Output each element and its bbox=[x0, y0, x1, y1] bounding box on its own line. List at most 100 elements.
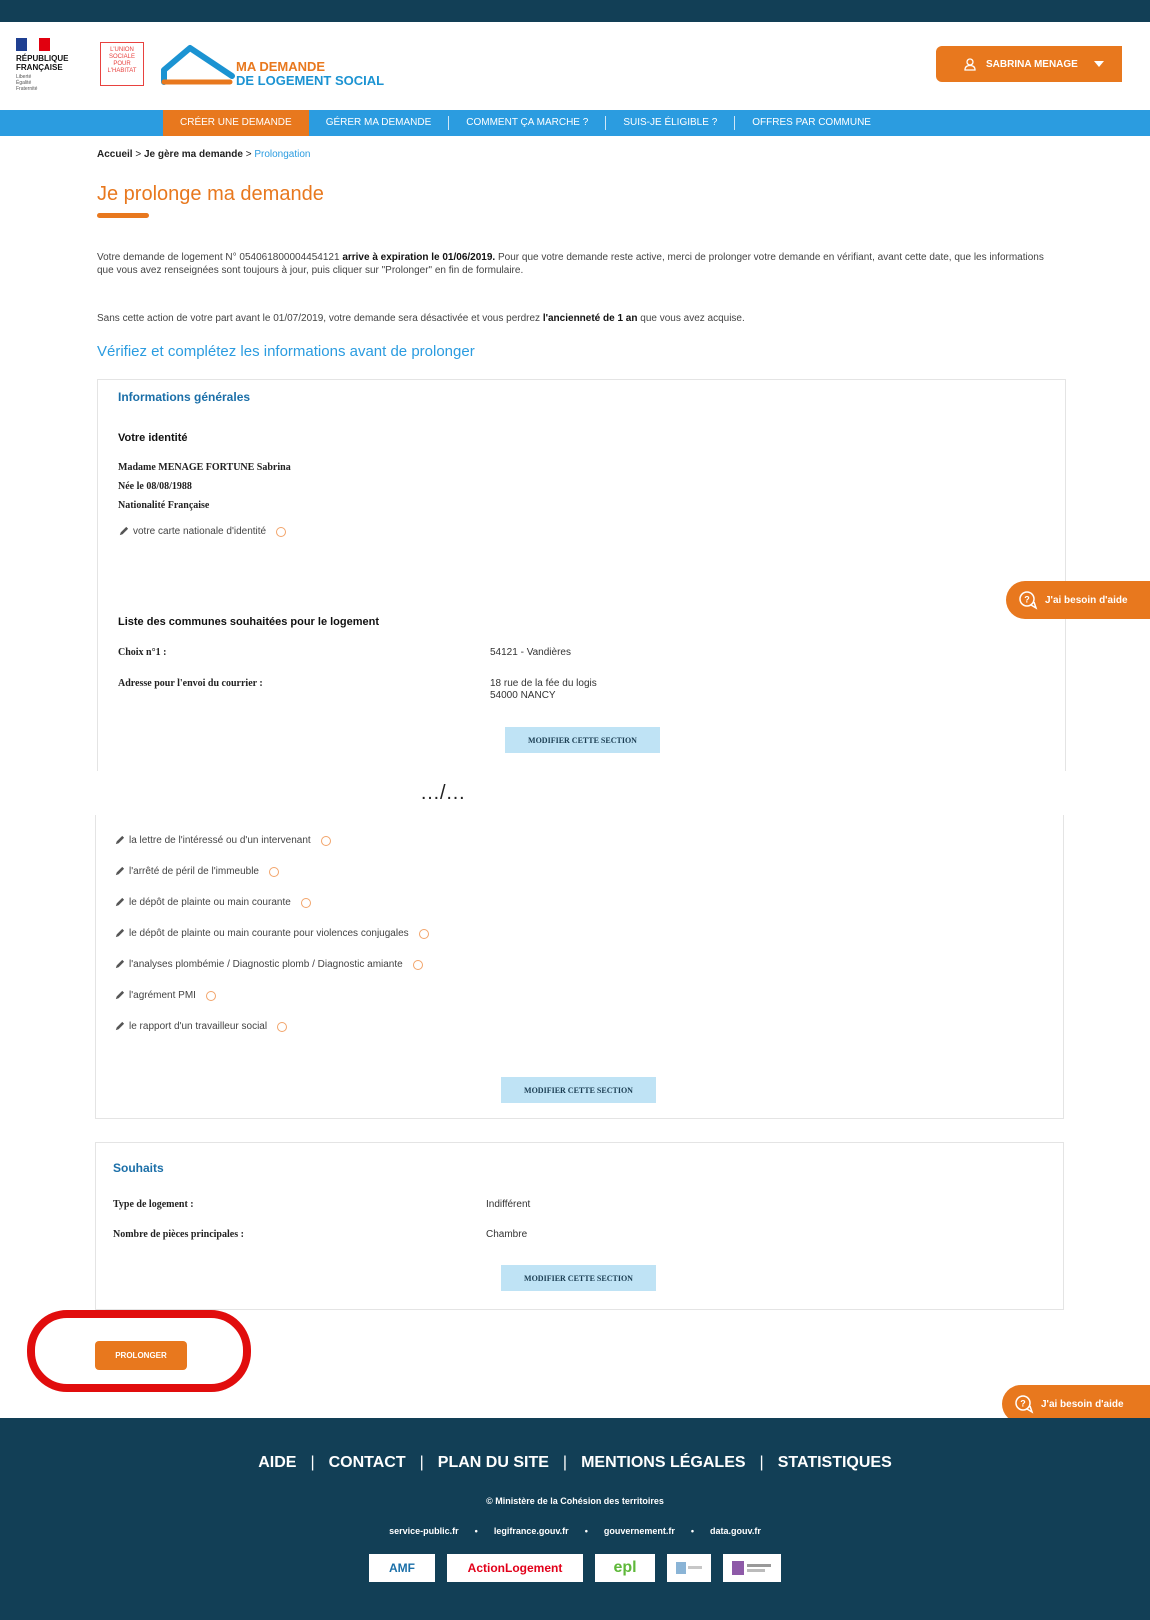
brand-line-1: MA DEMANDE bbox=[236, 59, 326, 74]
modify-wishes-button[interactable]: MODIFIER CETTE SECTION bbox=[501, 1265, 656, 1291]
footer-link-mentions-legales[interactable]: MENTIONS LÉGALES bbox=[581, 1454, 745, 1472]
pencil-icon bbox=[119, 526, 129, 536]
help-label: J'ai besoin d'aide bbox=[1041, 1398, 1124, 1410]
partner-logo-graphic bbox=[676, 1562, 702, 1574]
footer-link-plan-du-site[interactable]: PLAN DU SITE bbox=[438, 1454, 549, 1472]
republique-francaise-logo: RÉPUBLIQUE FRANÇAISE Liberté Égalité Fra… bbox=[16, 38, 78, 94]
doc-label: l'analyses plombémie / Diagnostic plomb … bbox=[129, 959, 403, 970]
housing-type-label: Type de logement : bbox=[113, 1199, 194, 1210]
help-chat-icon: ? bbox=[1015, 1395, 1034, 1414]
ush-line-3: POUR bbox=[113, 61, 131, 67]
upload-status-icon[interactable] bbox=[205, 990, 216, 1001]
epl-logo-text: epl bbox=[613, 1559, 637, 1576]
doc-label: le dépôt de plainte ou main courante bbox=[129, 897, 291, 908]
modify-documents-button[interactable]: MODIFIER CETTE SECTION bbox=[501, 1077, 656, 1103]
upload-status-icon[interactable] bbox=[276, 526, 287, 537]
footer-dot: • bbox=[690, 1526, 695, 1536]
site-brand[interactable]: MA DEMANDE DE LOGEMENT SOCIAL bbox=[236, 60, 384, 88]
modify-general-button[interactable]: MODIFIER CETTE SECTION bbox=[505, 727, 660, 753]
footer-link-contact[interactable]: CONTACT bbox=[329, 1454, 406, 1472]
amf-logo[interactable]: AMF bbox=[369, 1554, 435, 1582]
user-name: SABRINA MENAGE bbox=[986, 58, 1078, 70]
nav-offres-par-commune[interactable]: OFFRES PAR COMMUNE bbox=[735, 110, 888, 136]
choice-value: 54121 - Vandières bbox=[490, 647, 571, 658]
footer-copyright: © Ministère de la Cohésion des territoir… bbox=[486, 1496, 664, 1506]
user-icon bbox=[964, 57, 976, 71]
doc-item[interactable]: l'arrêté de péril de l'immeuble bbox=[114, 866, 279, 877]
francaise-line: FRANÇAISE bbox=[16, 63, 63, 72]
ush-line-4: L'HABITAT bbox=[107, 68, 137, 74]
upload-status-icon[interactable] bbox=[320, 835, 331, 846]
user-menu-button[interactable]: SABRINA MENAGE bbox=[936, 46, 1122, 82]
doc-item[interactable]: l'analyses plombémie / Diagnostic plomb … bbox=[114, 959, 423, 970]
doc-label: le rapport d'un travailleur social bbox=[129, 1021, 268, 1032]
pencil-icon bbox=[115, 866, 125, 876]
chevron-down-icon bbox=[1093, 61, 1104, 67]
breadcrumb: Accueil > Je gère ma demande > Prolongat… bbox=[97, 149, 310, 160]
doc-item[interactable]: l'agrément PMI bbox=[114, 990, 216, 1001]
content-ellipsis: …/… bbox=[420, 782, 466, 804]
ush-line-1: L'UNION bbox=[110, 47, 134, 53]
action-logement-logo[interactable]: ActionLogement bbox=[447, 1554, 583, 1582]
nav-creer-demande[interactable]: CRÉER UNE DEMANDE bbox=[163, 110, 309, 136]
nav-gerer-demande[interactable]: GÉRER MA DEMANDE bbox=[309, 110, 449, 136]
pencil-icon bbox=[115, 1021, 125, 1031]
breadcrumb-current: Prolongation bbox=[254, 149, 311, 160]
identity-nationality: Nationalité Française bbox=[118, 500, 210, 511]
action-logement-logo-text: ActionLogement bbox=[467, 1561, 563, 1575]
footer-site-gouvernement[interactable]: gouvernement.fr bbox=[604, 1526, 675, 1536]
footer-separator: | bbox=[759, 1454, 764, 1471]
general-info-title: Informations générales bbox=[118, 390, 251, 404]
pencil-icon bbox=[115, 835, 125, 845]
doc-item[interactable]: la lettre de l'intéressé ou d'un interve… bbox=[114, 835, 331, 846]
footer-link-statistiques[interactable]: STATISTIQUES bbox=[778, 1454, 892, 1472]
partner-logo[interactable] bbox=[723, 1554, 781, 1582]
help-button[interactable]: ? J'ai besoin d'aide bbox=[1006, 581, 1150, 619]
house-roof-icon bbox=[161, 45, 235, 85]
doc-label: le dépôt de plainte ou main courante pou… bbox=[129, 928, 409, 939]
verify-heading: Vérifiez et complétez les informations a… bbox=[97, 343, 475, 360]
breadcrumb-home[interactable]: Accueil bbox=[97, 149, 133, 160]
epl-logo[interactable]: epl bbox=[595, 1554, 655, 1582]
svg-text:?: ? bbox=[1024, 595, 1030, 605]
doc-item[interactable]: le rapport d'un travailleur social bbox=[114, 1021, 288, 1032]
republique-line: RÉPUBLIQUE bbox=[16, 54, 69, 63]
upload-status-icon[interactable] bbox=[412, 959, 423, 970]
partner-logos: AMF ActionLogement epl bbox=[0, 1554, 1150, 1582]
communes-title: Liste des communes souhaitées pour le lo… bbox=[118, 616, 380, 628]
doc-label: l'agrément PMI bbox=[129, 990, 196, 1001]
intro-paragraph-1: Votre demande de logement N° 05406180000… bbox=[97, 251, 1057, 277]
breadcrumb-manage[interactable]: Je gère ma demande bbox=[144, 149, 243, 160]
doc-label: votre carte nationale d'identité bbox=[133, 526, 267, 537]
partner-logo-graphic bbox=[732, 1561, 771, 1575]
nav-comment-ca-marche[interactable]: COMMENT ÇA MARCHE ? bbox=[449, 110, 605, 136]
breadcrumb-separator: > bbox=[242, 149, 255, 160]
upload-status-icon[interactable] bbox=[300, 897, 311, 908]
intro-paragraph-2: Sans cette action de votre part avant le… bbox=[97, 313, 1057, 324]
doc-item[interactable]: le dépôt de plainte ou main courante bbox=[114, 897, 311, 908]
identity-name: Madame MENAGE FORTUNE Sabrina bbox=[118, 462, 291, 473]
union-sociale-habitat-logo: L'UNION SOCIALE POUR L'HABITAT bbox=[100, 42, 144, 86]
title-underline bbox=[97, 213, 149, 218]
upload-status-icon[interactable] bbox=[418, 928, 429, 939]
doc-id-card[interactable]: votre carte nationale d'identité bbox=[118, 526, 287, 537]
footer-link-aide[interactable]: AIDE bbox=[258, 1454, 296, 1472]
footer-site-legifrance[interactable]: legifrance.gouv.fr bbox=[494, 1526, 569, 1536]
address-line-1: 18 rue de la fée du logis bbox=[490, 678, 597, 689]
nav-suis-je-eligible[interactable]: SUIS-JE ÉLIGIBLE ? bbox=[606, 110, 734, 136]
upload-status-icon[interactable] bbox=[277, 1021, 288, 1032]
doc-label: la lettre de l'intéressé ou d'un interve… bbox=[129, 835, 311, 846]
rooms-label: Nombre de pièces principales : bbox=[113, 1229, 244, 1240]
footer-site-data-gouv[interactable]: data.gouv.fr bbox=[710, 1526, 761, 1536]
intro-p2-seniority: l'ancienneté de 1 an bbox=[542, 313, 638, 324]
footer-separator: | bbox=[310, 1454, 315, 1471]
upload-status-icon[interactable] bbox=[269, 866, 279, 877]
housing-type-value: Indifférent bbox=[486, 1199, 531, 1210]
footer-site-service-public[interactable]: service-public.fr bbox=[389, 1526, 459, 1536]
motto-fraternite: Fraternité bbox=[16, 86, 38, 92]
doc-item[interactable]: le dépôt de plainte ou main courante pou… bbox=[114, 928, 429, 939]
partner-logo[interactable] bbox=[667, 1554, 711, 1582]
pencil-icon bbox=[115, 990, 125, 1000]
footer-dot: • bbox=[584, 1526, 588, 1536]
footer-links: AIDE | CONTACT | PLAN DU SITE | MENTIONS… bbox=[0, 1454, 1150, 1472]
